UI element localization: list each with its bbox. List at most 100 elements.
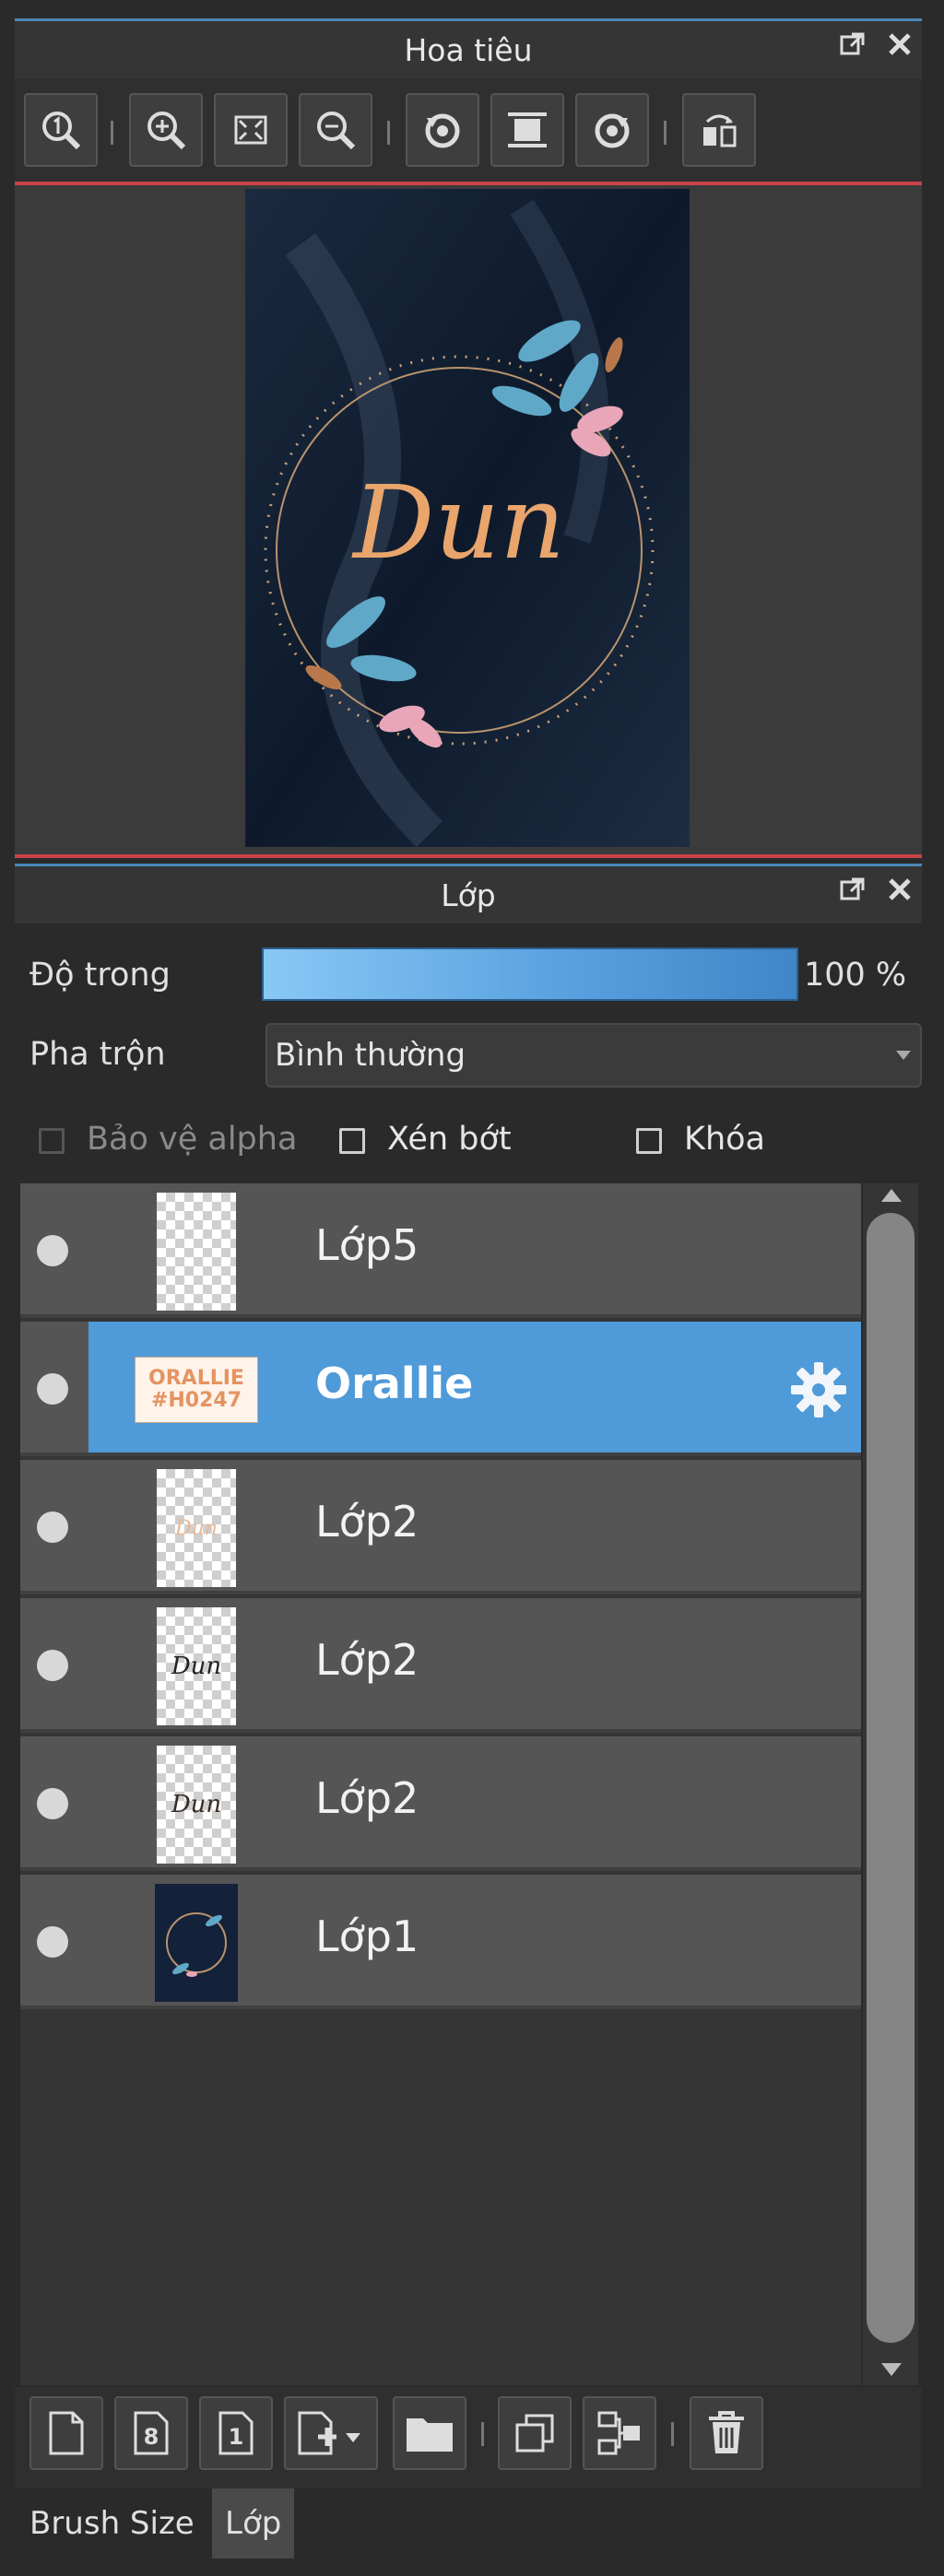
flip-horizontal-icon	[703, 114, 737, 147]
poster-title-text: Dun	[351, 464, 565, 582]
layer-thumbnail: Dun	[157, 1607, 236, 1725]
layer-row[interactable]: Lớp1	[20, 1875, 861, 2009]
layers-titlebar: Lớp	[15, 864, 922, 923]
add-layer-menu-button[interactable]	[284, 2396, 378, 2470]
navigator-titlebar: Hoa tiêu	[15, 18, 922, 78]
layers-title: Lớp	[441, 876, 496, 913]
merge-down-button[interactable]	[583, 2396, 656, 2470]
visibility-toggle-icon[interactable]	[37, 1235, 68, 1266]
lock-label: Khóa	[684, 1121, 765, 1158]
layer-name: Lớp5	[315, 1220, 419, 1270]
rotate-right-button[interactable]	[575, 93, 649, 167]
zoom-actual-icon	[42, 112, 81, 150]
layer-list: Lớp5 ORALLIE #H0247 Orallie Dun Lớp2 Dun…	[20, 1183, 861, 2385]
layer-name: Lớp1	[315, 1911, 419, 1961]
layer-thumbnail: Dun	[157, 1469, 236, 1587]
layer-row[interactable]: Dun Lớp2	[20, 1460, 861, 1594]
layer-name: Lớp2	[315, 1773, 419, 1823]
panel-tabs: Brush Size Lớp	[15, 2488, 922, 2562]
visibility-toggle-icon[interactable]	[37, 1373, 68, 1405]
opacity-row: Độ trong 100 %	[15, 933, 922, 1016]
scroll-up-icon[interactable]	[881, 1187, 902, 1202]
duplicate-layer-button[interactable]	[498, 2396, 572, 2470]
rotate-left-icon	[425, 113, 460, 148]
delete-layer-button[interactable]	[690, 2396, 763, 2470]
reset-view-icon	[508, 112, 547, 147]
rotate-right-icon	[595, 113, 630, 148]
layer-thumbnail	[157, 1193, 236, 1311]
layer-thumbnail-text: Dun	[171, 1791, 222, 1818]
zoom-out-icon	[317, 112, 356, 150]
blend-mode-value: Bình thường	[275, 1037, 466, 1074]
opacity-label: Độ trong	[30, 957, 171, 994]
fit-screen-icon	[234, 115, 267, 145]
flip-horizontal-button[interactable]	[682, 93, 756, 167]
protect-alpha-label: Bảo vệ alpha	[87, 1121, 298, 1158]
layer-thumbnail-text: Dun	[175, 1516, 218, 1540]
lock-checkbox[interactable]	[636, 1128, 662, 1154]
navigator-toolbar	[15, 78, 922, 182]
new-layer-1bit-icon: 1	[218, 2411, 254, 2455]
clipping-checkbox[interactable]	[339, 1128, 365, 1154]
layer-list-scrollbar[interactable]	[863, 1183, 918, 2385]
layer-name: Lớp2	[315, 1635, 419, 1685]
new-layer-button[interactable]	[30, 2396, 103, 2470]
new-layer-icon	[49, 2411, 84, 2455]
layer-thumbnail-text: ORALLIE #H0247	[148, 1367, 244, 1412]
add-layer-menu-icon	[298, 2411, 360, 2455]
svg-text:8: 8	[144, 2424, 159, 2450]
new-layer-8bit-button[interactable]: 8	[114, 2396, 188, 2470]
chevron-down-icon	[896, 1051, 911, 1060]
protect-alpha-checkbox[interactable]	[39, 1128, 65, 1154]
tab-layers[interactable]: Lớp	[212, 2488, 295, 2558]
canvas-preview-image: Dun	[245, 189, 690, 847]
scroll-down-icon[interactable]	[881, 2363, 902, 2378]
zoom-out-button[interactable]	[299, 93, 372, 167]
fit-screen-button[interactable]	[214, 93, 288, 167]
popout-icon[interactable]	[839, 30, 867, 58]
clipping-label: Xén bớt	[387, 1121, 512, 1158]
navigator-preview[interactable]: Dun	[15, 182, 922, 858]
visibility-toggle-icon[interactable]	[37, 1788, 68, 1819]
layer-options-row: Bảo vệ alpha Xén bớt Khóa	[15, 1121, 922, 1167]
blend-mode-select[interactable]: Bình thường	[266, 1023, 922, 1088]
blend-label: Pha trộn	[30, 1036, 166, 1073]
tab-brush-size[interactable]: Brush Size	[17, 2488, 207, 2558]
blend-row: Pha trộn Bình thường	[15, 1023, 922, 1091]
duplicate-layer-icon	[515, 2414, 554, 2452]
close-icon[interactable]	[887, 876, 913, 902]
close-icon[interactable]	[887, 31, 913, 57]
layer-row[interactable]: Dun Lớp2	[20, 1736, 861, 1871]
zoom-actual-button[interactable]	[24, 93, 98, 167]
new-layer-8bit-icon: 8	[134, 2411, 169, 2455]
merge-down-icon	[597, 2411, 640, 2455]
zoom-in-icon	[148, 112, 186, 150]
opacity-value: 100 %	[804, 957, 907, 994]
opacity-slider[interactable]	[262, 947, 798, 1001]
new-folder-button[interactable]	[393, 2396, 466, 2470]
scroll-thumb[interactable]	[867, 1213, 914, 2343]
rotate-left-button[interactable]	[406, 93, 479, 167]
popout-icon[interactable]	[839, 876, 867, 903]
visibility-toggle-icon[interactable]	[37, 1650, 68, 1681]
new-layer-1bit-button[interactable]: 1	[199, 2396, 273, 2470]
delete-layer-icon	[709, 2411, 744, 2453]
layer-thumbnail: ORALLIE #H0247	[135, 1357, 258, 1423]
zoom-in-button[interactable]	[129, 93, 203, 167]
visibility-toggle-icon[interactable]	[37, 1511, 68, 1543]
svg-text:1: 1	[229, 2424, 244, 2450]
visibility-toggle-icon[interactable]	[37, 1926, 68, 1958]
gear-icon[interactable]	[787, 1359, 850, 1421]
layer-row[interactable]: Lớp5	[20, 1183, 861, 1318]
layer-thumbnail: Dun	[157, 1746, 236, 1864]
layer-row[interactable]: Dun Lớp2	[20, 1598, 861, 1733]
navigator-title: Hoa tiêu	[404, 31, 533, 68]
layer-thumbnail-text: Dun	[171, 1653, 222, 1680]
new-folder-icon	[407, 2418, 453, 2452]
reset-view-button[interactable]	[490, 93, 564, 167]
layer-row-selected[interactable]: ORALLIE #H0247 Orallie	[20, 1322, 861, 1456]
layer-name: Lớp2	[315, 1497, 419, 1547]
layer-actions-toolbar: 8 1	[15, 2387, 922, 2488]
layer-thumbnail	[155, 1884, 238, 2002]
layer-name: Orallie	[315, 1359, 474, 1408]
